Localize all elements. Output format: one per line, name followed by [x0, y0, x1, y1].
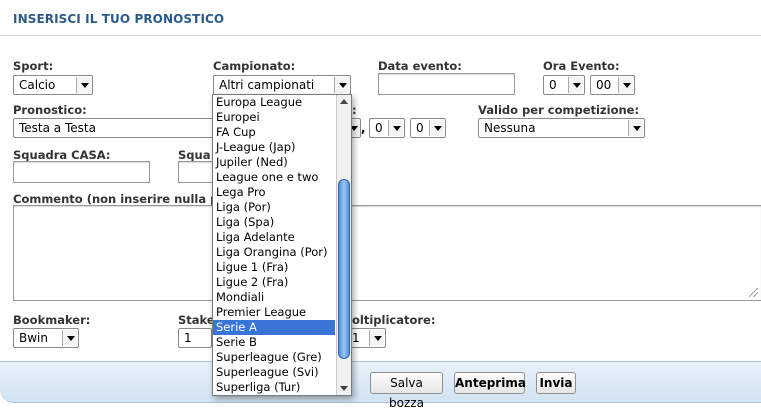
scroll-down-icon[interactable] [337, 382, 351, 395]
sport-label: Sport: [13, 59, 54, 73]
dropdown-scrollbar[interactable] [336, 95, 351, 395]
dropdown-option[interactable]: Mondiali [213, 290, 335, 305]
chevron-down-icon [388, 120, 403, 136]
campionato-dropdown-list[interactable]: Europa League Europei FA Cup J-League (Jap)… [212, 94, 352, 396]
bookmaker-label: Bookmaker: [13, 313, 91, 327]
data-evento-input[interactable] [378, 73, 515, 95]
dropdown-options: Europa League Europei FA Cup J-League (Jap)… [213, 95, 335, 395]
chevron-down-icon [628, 120, 643, 136]
stake-select[interactable]: 1 [178, 328, 212, 348]
dropdown-option[interactable]: FA Cup [213, 125, 335, 140]
dropdown-option[interactable]: League one e two [213, 170, 335, 185]
dropdown-option[interactable]: J-League (Jap) [213, 140, 335, 155]
squadra-casa-input[interactable] [13, 161, 150, 183]
dropdown-option[interactable]: Jupiler (Ned) [213, 155, 335, 170]
anteprima-button[interactable]: Anteprima [454, 372, 526, 394]
chevron-down-icon [618, 77, 633, 93]
scrollbar-thumb[interactable] [338, 179, 350, 359]
chevron-down-icon [568, 77, 583, 93]
dropdown-option[interactable]: Liga (Por) [213, 200, 335, 215]
commento-label: Commento (non inserire nulla pe [13, 192, 212, 206]
dropdown-option[interactable]: Superleague (Svi) [213, 365, 335, 380]
quota-dec2-select[interactable]: 0 [410, 118, 446, 138]
ora-minute-select[interactable]: 00 [590, 75, 635, 95]
dropdown-option[interactable]: Europa League [213, 95, 335, 110]
pronostico-select[interactable]: Testa a Testa [13, 118, 228, 138]
valido-select-value: Nessuna [484, 121, 536, 135]
form-title: INSERISCI IL TUO PRONOSTICO [13, 12, 225, 26]
stake-label: Stake [178, 313, 215, 327]
dropdown-option[interactable]: Superliga (Tur) [213, 380, 335, 395]
quota-label-partial: : [352, 103, 357, 117]
quota-separator: , [361, 121, 366, 135]
invia-button[interactable]: Invia [536, 372, 576, 394]
campionato-select[interactable]: Altri campionati [213, 75, 351, 95]
chevron-down-icon [62, 330, 77, 346]
moltiplicatore-label: oltiplicatore: [352, 313, 436, 327]
squadra-ospite-label: Squa [178, 148, 211, 162]
squadra-casa-label: Squadra CASA: [13, 148, 111, 162]
dropdown-option[interactable]: Europei [213, 110, 335, 125]
valido-label: Valido per competizione: [478, 103, 640, 117]
pronostico-select-value: Testa a Testa [19, 121, 96, 135]
pronostico-label: Pronostico: [13, 103, 87, 117]
valido-select[interactable]: Nessuna [478, 118, 645, 138]
dropdown-option[interactable]: Lega Pro [213, 185, 335, 200]
dropdown-option[interactable]: Ligue 2 (Fra) [213, 275, 335, 290]
chevron-down-icon [369, 330, 384, 346]
ora-minute-value: 00 [596, 78, 612, 92]
data-evento-label: Data evento: [378, 59, 462, 73]
campionato-select-value: Altri campionati [219, 78, 315, 92]
ora-hour-value: 0 [549, 78, 557, 92]
salva-bozza-button[interactable]: Salva bozza [370, 372, 443, 409]
chevron-down-icon [76, 77, 91, 93]
chevron-down-icon [429, 120, 444, 136]
dropdown-option[interactable]: Premier League [213, 305, 335, 320]
bookmaker-select[interactable]: Bwin [13, 328, 79, 348]
dropdown-option[interactable]: Liga Orangina (Por) [213, 245, 335, 260]
campionato-label: Campionato: [213, 59, 296, 73]
resize-grip-icon[interactable] [749, 288, 758, 297]
sport-select-value: Calcio [19, 78, 56, 92]
stake-select-value: 1 [184, 331, 192, 345]
dropdown-option[interactable]: Serie B [213, 335, 335, 350]
ora-evento-label: Ora Evento: [543, 59, 620, 73]
commento-textarea[interactable] [13, 205, 761, 301]
dropdown-option[interactable]: Liga Adelante [213, 230, 335, 245]
dropdown-option[interactable]: Superleague (Gre) [213, 350, 335, 365]
dropdown-option[interactable]: Serie A [213, 320, 335, 335]
quota-dec1-value: 0 [375, 121, 383, 135]
quota-dec2-value: 0 [416, 121, 424, 135]
scroll-up-icon[interactable] [337, 95, 351, 108]
bookmaker-select-value: Bwin [19, 331, 48, 345]
dropdown-option[interactable]: Ligue 1 (Fra) [213, 260, 335, 275]
dropdown-option[interactable]: Liga (Spa) [213, 215, 335, 230]
ora-hour-select[interactable]: 0 [543, 75, 585, 95]
sport-select[interactable]: Calcio [13, 75, 93, 95]
quota-dec1-select[interactable]: 0 [369, 118, 405, 138]
header-divider [0, 35, 761, 36]
chevron-down-icon [334, 77, 349, 93]
